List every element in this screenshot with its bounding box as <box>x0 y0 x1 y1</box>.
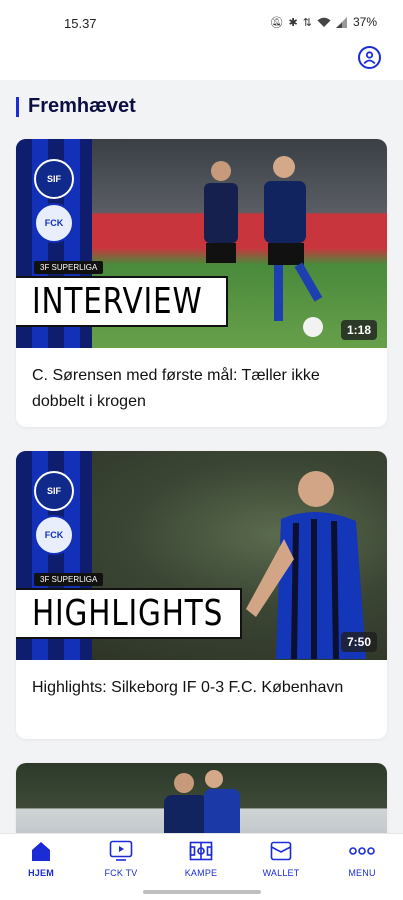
pitch-icon <box>171 840 231 862</box>
club-badge-home: SIF <box>34 471 74 511</box>
league-tag: 3F SUPERLIGA <box>34 261 104 274</box>
nav-item-home[interactable]: HJEM <box>11 840 71 878</box>
status-bar: 15.37 🔕︎ ✱ ⇅ 37% <box>0 0 403 44</box>
video-thumbnail[interactable]: SIF FCK 3F SUPERLIGA INTERVIEW 1:18 <box>16 139 387 348</box>
player-illustration <box>246 471 366 659</box>
tv-icon <box>91 840 151 862</box>
data-icon: ⇅ <box>302 16 312 29</box>
wifi-icon <box>317 17 331 27</box>
nav-item-fck-tv[interactable]: FCK TV <box>91 840 151 878</box>
status-icons: 🔕︎ ✱ ⇅ 37% <box>270 15 377 29</box>
battery-level: 37% <box>352 15 377 29</box>
nav-label-home: HJEM <box>28 868 54 878</box>
video-type-label: INTERVIEW <box>16 276 228 327</box>
video-type-text: INTERVIEW <box>32 281 203 322</box>
signal-icon <box>335 16 347 28</box>
section-header: Fremhævet <box>16 95 136 118</box>
club-badge-away: FCK <box>34 203 74 243</box>
club-badge-home: SIF <box>34 159 74 199</box>
status-time: 15.37 <box>64 16 97 31</box>
club-badge-away: FCK <box>34 515 74 555</box>
video-duration: 1:18 <box>340 320 377 340</box>
nav-label-kampe: KAMPE <box>184 868 218 878</box>
nav-item-menu[interactable]: MENU <box>332 840 392 878</box>
section-title: Fremhævet <box>28 95 136 117</box>
nav-item-wallet[interactable]: WALLET <box>251 840 311 878</box>
user-icon <box>363 51 376 64</box>
nav-item-kampe[interactable]: KAMPE <box>171 840 231 878</box>
video-title[interactable]: C. Sørensen med første mål: Tæller ikke … <box>32 363 372 415</box>
section-accent-bar <box>16 96 19 117</box>
nav-label-wallet: WALLET <box>262 868 300 878</box>
video-type-text: HIGHLIGHTS <box>32 593 224 634</box>
video-title[interactable]: Highlights: Silkeborg IF 0-3 F.C. Københ… <box>32 675 372 701</box>
wallet-icon <box>251 840 311 862</box>
video-thumbnail[interactable]: SIF FCK 3F SUPERLIGA HIGHLIGHTS 7:50 <box>16 451 387 660</box>
top-bar <box>0 44 403 80</box>
home-indicator[interactable] <box>143 890 261 894</box>
mute-icon: 🔕︎ <box>269 16 284 29</box>
video-type-label: HIGHLIGHTS <box>16 588 242 639</box>
video-card[interactable]: SIF FCK 3F SUPERLIGA HIGHLIGHTS 7:50 Hig… <box>16 451 387 739</box>
video-duration: 7:50 <box>340 632 377 652</box>
video-card[interactable]: SIF FCK 3F SUPERLIGA INTERVIEW 1:18 C. S… <box>16 139 387 427</box>
nav-label-fck-tv: FCK TV <box>104 868 138 878</box>
more-icon <box>332 840 392 862</box>
nav-label-menu: MENU <box>348 868 376 878</box>
league-tag: 3F SUPERLIGA <box>34 573 104 586</box>
bluetooth-icon: ✱ <box>288 16 298 29</box>
profile-button[interactable] <box>358 46 381 69</box>
home-icon <box>11 840 71 862</box>
